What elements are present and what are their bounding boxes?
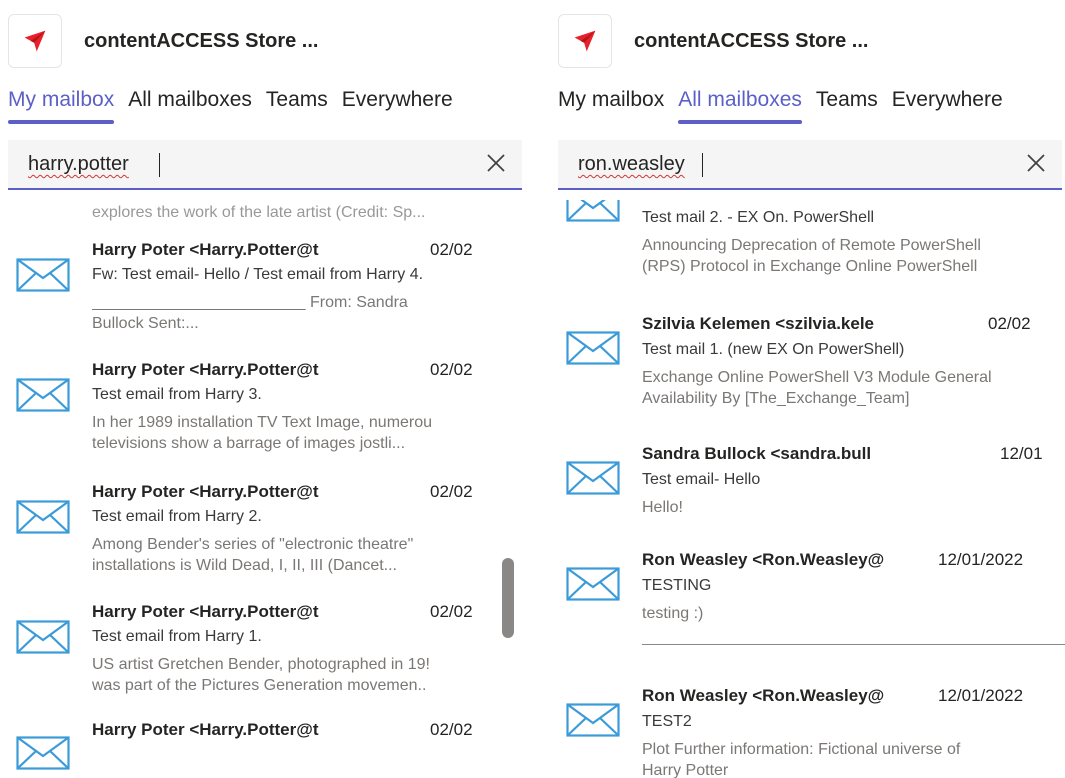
- tab-my-mailbox[interactable]: My mailbox: [558, 88, 664, 112]
- preview-line: Exchange Online PowerShell V3 Module Gen…: [642, 369, 992, 386]
- tab-all-mailboxes[interactable]: All mailboxes: [678, 88, 802, 124]
- app-logo: [8, 14, 62, 68]
- text-caret: [702, 153, 703, 177]
- list-item[interactable]: Szilvia Kelemen <szilvia.kele 02/02 Test…: [550, 314, 1065, 424]
- list-item[interactable]: Sandra Bullock <sandra.bull 12/01 Test e…: [550, 444, 1065, 534]
- sender: Szilvia Kelemen <szilvia.kele: [642, 314, 874, 333]
- subject: TEST2: [642, 713, 692, 730]
- subject: Test mail 1. (new EX On PowerShell): [642, 341, 905, 358]
- sender: Harry Poter <Harry.Potter@t: [92, 720, 319, 739]
- list-item[interactable]: Harry Poter <Harry.Potter@t 02/02 Test e…: [0, 602, 532, 722]
- date: 12/01: [1000, 444, 1043, 463]
- search-input[interactable]: ron.weasley: [558, 140, 1062, 190]
- preview-line: Plot Further information: Fictional univ…: [642, 741, 961, 758]
- tab-teams[interactable]: Teams: [266, 88, 328, 112]
- date: 12/01/2022: [938, 686, 1024, 705]
- date: 12/01/2022: [938, 550, 1024, 569]
- envelope-icon: [566, 567, 620, 601]
- preview-line: Hello!: [642, 499, 683, 516]
- sender: Ron Weasley <Ron.Weasley@: [642, 550, 885, 569]
- preview-line: installations is Wild Dead, I, II, III (…: [92, 557, 397, 574]
- app-logo: [558, 14, 612, 68]
- search-value[interactable]: harry.potter: [28, 153, 129, 176]
- preview-line: ________________________ From: Sandra: [92, 294, 408, 311]
- preview-line: Bullock Sent:...: [92, 315, 199, 332]
- preview-line: US artist Gretchen Bender, photographed …: [92, 656, 430, 673]
- envelope-icon: [16, 736, 70, 770]
- envelope-icon: [16, 378, 70, 412]
- mailbox-tabs: My mailbox All mailboxes Teams Everywher…: [558, 88, 1017, 124]
- text-caret: [159, 153, 160, 177]
- sender: Harry Poter <Harry.Potter@t: [92, 360, 319, 379]
- list-item[interactable]: Harry Poter <Harry.Potter@t 02/02 Fw: Te…: [0, 240, 532, 370]
- preview-line: In her 1989 installation TV Text Image, …: [92, 414, 433, 431]
- tab-all-mailboxes[interactable]: All mailboxes: [128, 88, 252, 112]
- preview-line: testing :): [642, 605, 704, 622]
- preview-line: Announcing Deprecation of Remote PowerSh…: [642, 237, 981, 254]
- date: 02/02: [430, 720, 473, 739]
- app-logo-icon: [22, 28, 48, 54]
- subject: Test email- Hello: [642, 471, 761, 488]
- envelope-icon: [566, 703, 620, 737]
- scrollbar-thumb[interactable]: [502, 558, 514, 638]
- divider: [642, 644, 1065, 645]
- envelope-icon: [566, 461, 620, 495]
- right-panel: contentACCESS Store ... My mailbox All m…: [550, 0, 1065, 778]
- envelope-icon: [566, 331, 620, 365]
- subject: Fw: Test email- Hello / Test email from …: [92, 266, 424, 283]
- sender: Harry Poter <Harry.Potter@t: [92, 602, 319, 621]
- date: 02/02: [430, 482, 473, 501]
- list-item[interactable]: Harry Poter <Harry.Potter@t 02/02 Test e…: [0, 482, 532, 602]
- date: 02/02: [430, 360, 473, 379]
- tab-everywhere[interactable]: Everywhere: [892, 88, 1003, 112]
- list-item[interactable]: Harry Poter <Harry.Potter@t 02/02: [0, 720, 532, 778]
- preview-line: was part of the Pictures Generation move…: [92, 677, 427, 694]
- app-logo-icon: [572, 28, 598, 54]
- list-item[interactable]: Ron Weasley <Ron.Weasley@ 12/01/2022 TES…: [550, 686, 1065, 778]
- envelope-icon: [566, 200, 620, 222]
- subject: Test email from Harry 2.: [92, 508, 262, 525]
- app-title: contentACCESS Store ...: [634, 29, 869, 52]
- sender: Harry Poter <Harry.Potter@t: [92, 240, 319, 259]
- envelope-icon: [16, 500, 70, 534]
- sender: Harry Poter <Harry.Potter@t: [92, 482, 319, 501]
- subject: TESTING: [642, 577, 712, 594]
- subject: Test mail 2. - EX On. PowerShell: [642, 209, 875, 226]
- email-list[interactable]: Test mail 2. - EX On. PowerShell Announc…: [550, 200, 1065, 778]
- preview-line: televisions show a barrage of images jos…: [92, 435, 406, 452]
- envelope-icon: [16, 620, 70, 654]
- tab-teams[interactable]: Teams: [816, 88, 878, 112]
- date: 02/02: [430, 602, 473, 621]
- tab-my-mailbox[interactable]: My mailbox: [8, 88, 115, 124]
- tab-everywhere[interactable]: Everywhere: [342, 88, 453, 112]
- date: 02/02: [430, 240, 473, 259]
- preview-line: Availability By [The_Exchange_Team]: [642, 390, 910, 407]
- preview-line: Among Bender's series of "electronic the…: [92, 536, 414, 553]
- cut-preview: explores the work of the late artist (Cr…: [92, 204, 426, 221]
- subject: Test email from Harry 3.: [92, 386, 262, 403]
- left-panel: contentACCESS Store ... My mailbox All m…: [0, 0, 532, 778]
- sender: Sandra Bullock <sandra.bull: [642, 444, 872, 463]
- app-title: contentACCESS Store ...: [84, 29, 319, 52]
- app-header: contentACCESS Store ...: [558, 10, 868, 72]
- app-header: contentACCESS Store ...: [8, 10, 318, 72]
- subject: Test email from Harry 1.: [92, 628, 262, 645]
- date: 02/02: [988, 314, 1031, 333]
- list-item[interactable]: Ron Weasley <Ron.Weasley@ 12/01/2022 TES…: [550, 550, 1065, 660]
- preview-line: Harry Potter: [642, 762, 729, 778]
- search-input[interactable]: harry.potter: [8, 140, 522, 190]
- close-icon[interactable]: [1024, 151, 1048, 175]
- envelope-icon: [16, 258, 70, 292]
- mailbox-tabs: My mailbox All mailboxes Teams Everywher…: [8, 88, 467, 124]
- list-item[interactable]: Test mail 2. - EX On. PowerShell Announc…: [550, 200, 1065, 290]
- search-value[interactable]: ron.weasley: [578, 153, 685, 176]
- sender: Ron Weasley <Ron.Weasley@: [642, 686, 885, 705]
- list-item[interactable]: Harry Poter <Harry.Potter@t 02/02 Test e…: [0, 360, 532, 480]
- preview-line: (RPS) Protocol in Exchange Online PowerS…: [642, 258, 978, 275]
- close-icon[interactable]: [484, 151, 508, 175]
- email-list[interactable]: explores the work of the late artist (Cr…: [0, 200, 532, 778]
